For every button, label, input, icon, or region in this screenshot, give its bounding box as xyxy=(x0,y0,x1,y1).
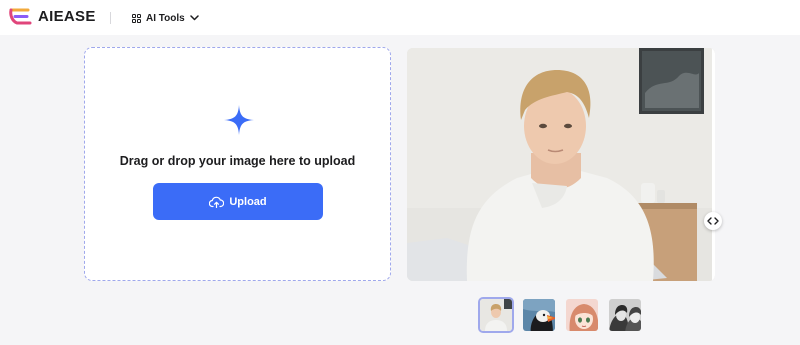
compare-arrows-icon xyxy=(707,217,719,225)
ai-tools-label: AI Tools xyxy=(146,12,185,24)
chevron-down-icon xyxy=(189,15,199,21)
aiease-logo-icon[interactable] xyxy=(8,7,34,27)
sample-preview-image xyxy=(407,48,715,281)
cloud-upload-icon xyxy=(209,196,225,208)
brand-name[interactable]: AIEASE xyxy=(38,8,96,25)
man-portrait-thumbnail xyxy=(480,299,512,331)
grid-icon xyxy=(132,13,141,23)
upload-dropzone[interactable]: Drag or drop your image here to upload U… xyxy=(84,47,391,281)
header-divider xyxy=(110,12,111,24)
bw-women-thumbnail xyxy=(609,299,641,331)
ai-tools-menu[interactable]: AI Tools xyxy=(132,9,199,27)
plus-icon xyxy=(224,105,254,135)
sample-thumb-bw[interactable] xyxy=(607,297,643,333)
anime-girl-thumbnail xyxy=(566,299,598,331)
sample-thumb-man[interactable] xyxy=(478,297,514,333)
top-header: AIEASE AI Tools xyxy=(0,0,800,35)
sample-thumb-puffin[interactable] xyxy=(521,297,557,333)
preview-portrait-photo xyxy=(407,48,715,281)
upload-button[interactable]: Upload xyxy=(153,183,323,220)
sample-thumb-anime[interactable] xyxy=(564,297,600,333)
puffin-thumbnail xyxy=(523,299,555,331)
upload-button-label: Upload xyxy=(229,195,267,208)
sample-thumbnails xyxy=(478,297,643,333)
compare-slider-handle[interactable] xyxy=(704,212,722,230)
dropzone-instruction: Drag or drop your image here to upload xyxy=(119,154,356,168)
